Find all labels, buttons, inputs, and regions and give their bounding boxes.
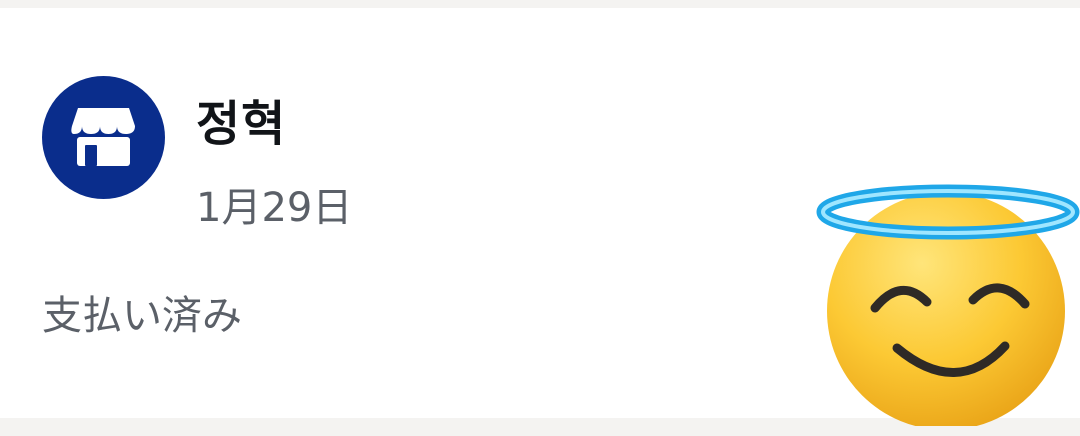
transaction-card[interactable]: 정혁 1月29日 支払い済み <box>0 8 1080 426</box>
smiling-face-with-halo-icon <box>816 184 1080 426</box>
store-icon <box>71 108 135 166</box>
merchant-name: 정혁 <box>196 96 287 152</box>
transaction-date: 1月29日 <box>196 185 353 231</box>
payment-status: 支払い済み <box>42 293 242 339</box>
merchant-avatar <box>42 76 165 199</box>
